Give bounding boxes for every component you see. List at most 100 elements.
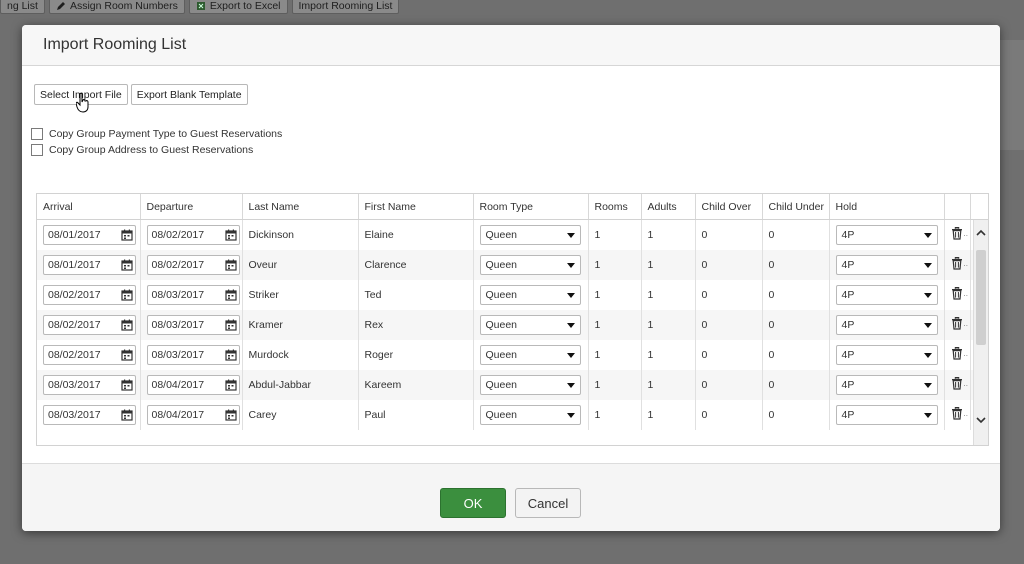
child-over-cell[interactable]: 0	[695, 400, 763, 430]
arrival-calendar-button[interactable]	[119, 317, 135, 333]
arrival-date-input[interactable]: 08/03/2017	[43, 375, 136, 395]
room-type-select[interactable]: Queen	[479, 255, 581, 275]
arrival-calendar-button[interactable]	[119, 407, 135, 423]
header-child-under[interactable]: Child Under	[762, 194, 830, 220]
hold-select[interactable]: 4P	[835, 375, 938, 395]
last-name-cell[interactable]: Murdock	[242, 340, 359, 370]
departure-calendar-button[interactable]	[223, 227, 239, 243]
hold-select[interactable]: 4P	[835, 255, 938, 275]
child-under-cell[interactable]: 0	[762, 280, 830, 310]
adults-cell[interactable]: 1	[641, 280, 696, 310]
departure-date-input[interactable]: 08/02/2017	[146, 225, 240, 245]
scrollbar-thumb[interactable]	[976, 250, 986, 345]
child-under-cell[interactable]: 0	[762, 310, 830, 340]
hold-select[interactable]: 4P	[835, 345, 938, 365]
copy-address-option[interactable]: Copy Group Address to Guest Reservations	[31, 144, 253, 156]
export-blank-template-button[interactable]: Export Blank Template	[130, 84, 248, 105]
arrival-date-input[interactable]: 08/02/2017	[43, 285, 136, 305]
room-type-select[interactable]: Queen	[479, 315, 581, 335]
first-name-cell[interactable]: Elaine	[358, 219, 474, 250]
header-rooms[interactable]: Rooms	[588, 194, 642, 220]
departure-calendar-button[interactable]	[223, 317, 239, 333]
adults-cell[interactable]: 1	[641, 219, 696, 250]
rooms-cell[interactable]: 1	[588, 280, 642, 310]
arrival-calendar-button[interactable]	[119, 227, 135, 243]
child-under-cell[interactable]: 0	[762, 219, 830, 250]
child-over-cell[interactable]: 0	[695, 340, 763, 370]
delete-row-button[interactable]: ..	[951, 227, 968, 240]
child-under-cell[interactable]: 0	[762, 250, 830, 280]
first-name-cell[interactable]: Rex	[358, 310, 474, 340]
first-name-cell[interactable]: Kareem	[358, 370, 474, 400]
cancel-button[interactable]: Cancel	[515, 488, 581, 518]
rooms-cell[interactable]: 1	[588, 370, 642, 400]
delete-row-button[interactable]: ..	[951, 257, 968, 270]
import-rooming-list-button[interactable]: Import Rooming List	[291, 0, 400, 14]
hold-select[interactable]: 4P	[835, 405, 938, 425]
ok-button[interactable]: OK	[440, 488, 506, 518]
child-under-cell[interactable]: 0	[762, 340, 830, 370]
adults-cell[interactable]: 1	[641, 340, 696, 370]
departure-date-input[interactable]: 08/02/2017	[146, 255, 240, 275]
departure-date-input[interactable]: 08/03/2017	[146, 285, 240, 305]
arrival-date-input[interactable]: 08/02/2017	[43, 345, 136, 365]
rooms-cell[interactable]: 1	[588, 250, 642, 280]
first-name-cell[interactable]: Roger	[358, 340, 474, 370]
departure-calendar-button[interactable]	[223, 257, 239, 273]
copy-payment-type-checkbox[interactable]	[31, 128, 43, 140]
adults-cell[interactable]: 1	[641, 370, 696, 400]
departure-calendar-button[interactable]	[223, 377, 239, 393]
departure-date-input[interactable]: 08/03/2017	[146, 315, 240, 335]
header-first-name[interactable]: First Name	[358, 194, 474, 220]
delete-row-button[interactable]: ..	[951, 317, 968, 330]
arrival-calendar-button[interactable]	[119, 287, 135, 303]
chevron-down-icon[interactable]	[976, 415, 986, 425]
header-arrival[interactable]: Arrival	[37, 194, 141, 220]
header-hold[interactable]: Hold	[829, 194, 945, 220]
departure-calendar-button[interactable]	[223, 407, 239, 423]
departure-date-input[interactable]: 08/04/2017	[146, 375, 240, 395]
rooms-cell[interactable]: 1	[588, 310, 642, 340]
copy-payment-type-option[interactable]: Copy Group Payment Type to Guest Reserva…	[31, 128, 282, 140]
header-departure[interactable]: Departure	[140, 194, 243, 220]
first-name-cell[interactable]: Ted	[358, 280, 474, 310]
arrival-date-input[interactable]: 08/01/2017	[43, 225, 136, 245]
room-type-select[interactable]: Queen	[479, 225, 581, 245]
last-name-cell[interactable]: Oveur	[242, 250, 359, 280]
arrival-calendar-button[interactable]	[119, 377, 135, 393]
child-over-cell[interactable]: 0	[695, 310, 763, 340]
room-type-select[interactable]: Queen	[479, 285, 581, 305]
departure-calendar-button[interactable]	[223, 287, 239, 303]
departure-date-input[interactable]: 08/04/2017	[146, 405, 240, 425]
first-name-cell[interactable]: Clarence	[358, 250, 474, 280]
departure-date-input[interactable]: 08/03/2017	[146, 345, 240, 365]
adults-cell[interactable]: 1	[641, 400, 696, 430]
arrival-date-input[interactable]: 08/03/2017	[43, 405, 136, 425]
delete-row-button[interactable]: ..	[951, 347, 968, 360]
export-to-excel-button[interactable]: Export to Excel	[188, 0, 288, 14]
arrival-date-input[interactable]: 08/01/2017	[43, 255, 136, 275]
room-type-select[interactable]: Queen	[479, 375, 581, 395]
delete-row-button[interactable]: ..	[951, 287, 968, 300]
hold-select[interactable]: 4P	[835, 225, 938, 245]
delete-row-button[interactable]: ..	[951, 377, 968, 390]
child-over-cell[interactable]: 0	[695, 219, 763, 250]
child-over-cell[interactable]: 0	[695, 370, 763, 400]
room-type-select[interactable]: Queen	[479, 345, 581, 365]
last-name-cell[interactable]: Striker	[242, 280, 359, 310]
header-adults[interactable]: Adults	[641, 194, 696, 220]
last-name-cell[interactable]: Carey	[242, 400, 359, 430]
table-scrollbar[interactable]	[973, 220, 988, 445]
adults-cell[interactable]: 1	[641, 310, 696, 340]
room-type-select[interactable]: Queen	[479, 405, 581, 425]
rooms-cell[interactable]: 1	[588, 219, 642, 250]
rooms-cell[interactable]: 1	[588, 400, 642, 430]
copy-address-checkbox[interactable]	[31, 144, 43, 156]
arrival-date-input[interactable]: 08/02/2017	[43, 315, 136, 335]
header-room-type[interactable]: Room Type	[473, 194, 589, 220]
delete-row-button[interactable]: ..	[951, 407, 968, 420]
last-name-cell[interactable]: Dickinson	[242, 219, 359, 250]
rooming-list-button[interactable]: ng List	[0, 0, 45, 14]
hold-select[interactable]: 4P	[835, 315, 938, 335]
arrival-calendar-button[interactable]	[119, 347, 135, 363]
